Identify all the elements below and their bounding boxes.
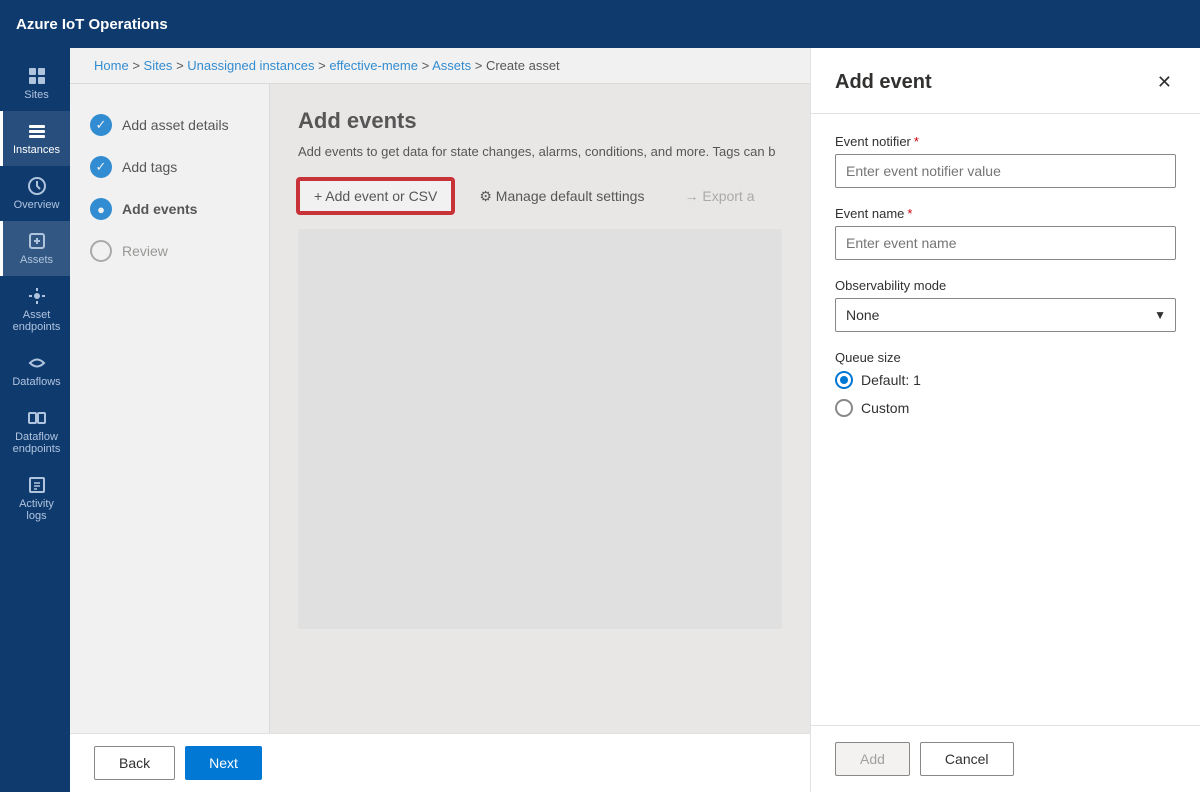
queue-size-label: Queue size <box>835 350 1176 365</box>
add-confirm-label: Add <box>860 751 885 767</box>
step-add-asset-details: ✓ Add asset details <box>86 104 253 146</box>
step-icon-active: ● <box>90 198 112 220</box>
back-button-label: Back <box>119 755 150 771</box>
breadcrumb-instances[interactable]: Unassigned instances <box>187 58 314 73</box>
add-event-button[interactable]: + Add event or CSV <box>298 179 453 213</box>
panel-title: Add events <box>298 108 782 134</box>
sidebar-item-dataflow-endpoints[interactable]: Dataflow endpoints <box>0 398 70 465</box>
breadcrumb-home[interactable]: Home <box>94 58 129 73</box>
sidebar-item-assets[interactable]: Assets <box>0 221 70 276</box>
sidebar-item-dataflow-endpoints-label: Dataflow endpoints <box>9 431 64 455</box>
sidebar-item-asset-endpoints[interactable]: Asset endpoints <box>0 276 70 343</box>
event-name-field: Event name * <box>835 206 1176 260</box>
observability-mode-field: Observability mode None Log Gauge Counte… <box>835 278 1176 332</box>
sidebar-item-instances[interactable]: Instances <box>0 111 70 166</box>
main-panel: Add events Add events to get data for st… <box>270 84 810 792</box>
close-panel-button[interactable]: ✕ <box>1153 68 1176 97</box>
sidebar-item-activity-logs[interactable]: Activity logs <box>0 465 70 532</box>
sidebar-item-dataflows[interactable]: Dataflows <box>0 343 70 398</box>
content-area: Home > Sites > Unassigned instances > ef… <box>70 48 810 792</box>
add-event-panel: Add event ✕ Event notifier * Event name … <box>810 48 1200 792</box>
sidebar-item-asset-endpoints-label: Asset endpoints <box>9 309 64 333</box>
app-title: Azure IoT Operations <box>16 16 168 33</box>
step-add-events: ● Add events <box>86 188 253 230</box>
right-panel-body: Event notifier * Event name * Observabil… <box>811 114 1200 725</box>
sidebar-item-instances-label: Instances <box>13 144 60 156</box>
step-review: Review <box>86 230 253 272</box>
queue-size-custom-option[interactable]: Custom <box>835 399 1176 417</box>
back-button[interactable]: Back <box>94 746 175 780</box>
event-notifier-field: Event notifier * <box>835 134 1176 188</box>
step-add-tags: ✓ Add tags <box>86 146 253 188</box>
cancel-label: Cancel <box>945 751 989 767</box>
breadcrumb: Home > Sites > Unassigned instances > ef… <box>70 48 810 84</box>
toolbar: + Add event or CSV ⚙ Manage default sett… <box>298 179 782 213</box>
right-panel-title: Add event <box>835 71 932 94</box>
step-label-tags: Add tags <box>122 159 177 175</box>
export-button[interactable]: → Export a <box>670 181 768 211</box>
queue-size-default-option[interactable]: Default: 1 <box>835 371 1176 389</box>
breadcrumb-effective-meme[interactable]: effective-meme <box>329 58 418 73</box>
observability-mode-label: Observability mode <box>835 278 1176 293</box>
cancel-button[interactable]: Cancel <box>920 742 1014 776</box>
top-bar: Azure IoT Operations <box>0 0 1200 48</box>
queue-size-radio-group: Default: 1 Custom <box>835 371 1176 417</box>
sidebar-item-sites-label: Sites <box>24 89 48 101</box>
breadcrumb-sites[interactable]: Sites <box>144 58 173 73</box>
sidebar-item-sites[interactable]: Sites <box>0 56 70 111</box>
manage-default-settings-button[interactable]: ⚙ Manage default settings <box>465 181 658 212</box>
breadcrumb-assets[interactable]: Assets <box>432 58 471 73</box>
step-label-events: Add events <box>122 201 197 217</box>
panel-description: Add events to get data for state changes… <box>298 144 778 159</box>
sidebar-item-activity-logs-label: Activity logs <box>9 498 64 522</box>
step-icon-pending <box>90 240 112 262</box>
breadcrumb-current: Create asset <box>486 58 560 73</box>
observability-mode-select-wrapper: None Log Gauge Counter Histogram ▼ <box>835 298 1176 332</box>
sidebar-item-assets-label: Assets <box>20 254 53 266</box>
queue-size-default-label: Default: 1 <box>861 372 921 388</box>
add-confirm-button[interactable]: Add <box>835 742 910 776</box>
sidebar: Sites Instances Overview Assets Asset en… <box>0 48 70 792</box>
bottom-bar: Back Next <box>70 733 810 792</box>
event-name-required: * <box>907 206 912 221</box>
queue-size-field: Queue size Default: 1 Custom <box>835 350 1176 417</box>
wizard-area: ✓ Add asset details ✓ Add tags ● Add eve… <box>70 84 810 792</box>
sidebar-item-dataflows-label: Dataflows <box>12 376 60 388</box>
queue-size-default-radio[interactable] <box>835 371 853 389</box>
sidebar-item-overview[interactable]: Overview <box>0 166 70 221</box>
queue-size-custom-radio[interactable] <box>835 399 853 417</box>
step-icon-done-2: ✓ <box>90 156 112 178</box>
event-notifier-input[interactable] <box>835 154 1176 188</box>
right-panel-footer: Add Cancel <box>811 725 1200 792</box>
export-button-label: → Export a <box>684 188 754 204</box>
step-label-review: Review <box>122 243 168 259</box>
sidebar-item-overview-label: Overview <box>14 199 60 211</box>
step-icon-done-1: ✓ <box>90 114 112 136</box>
event-notifier-label: Event notifier * <box>835 134 1176 149</box>
steps-panel: ✓ Add asset details ✓ Add tags ● Add eve… <box>70 84 270 792</box>
observability-mode-select[interactable]: None Log Gauge Counter Histogram <box>835 298 1176 332</box>
next-button-label: Next <box>209 755 238 771</box>
next-button[interactable]: Next <box>185 746 262 780</box>
step-label-asset-details: Add asset details <box>122 117 229 133</box>
event-name-label: Event name * <box>835 206 1176 221</box>
event-name-input[interactable] <box>835 226 1176 260</box>
manage-button-label: ⚙ Manage default settings <box>479 188 644 205</box>
queue-size-custom-label: Custom <box>861 400 909 416</box>
right-panel-header: Add event ✕ <box>811 48 1200 114</box>
add-event-button-label: + Add event or CSV <box>314 188 437 204</box>
event-notifier-required: * <box>914 134 919 149</box>
